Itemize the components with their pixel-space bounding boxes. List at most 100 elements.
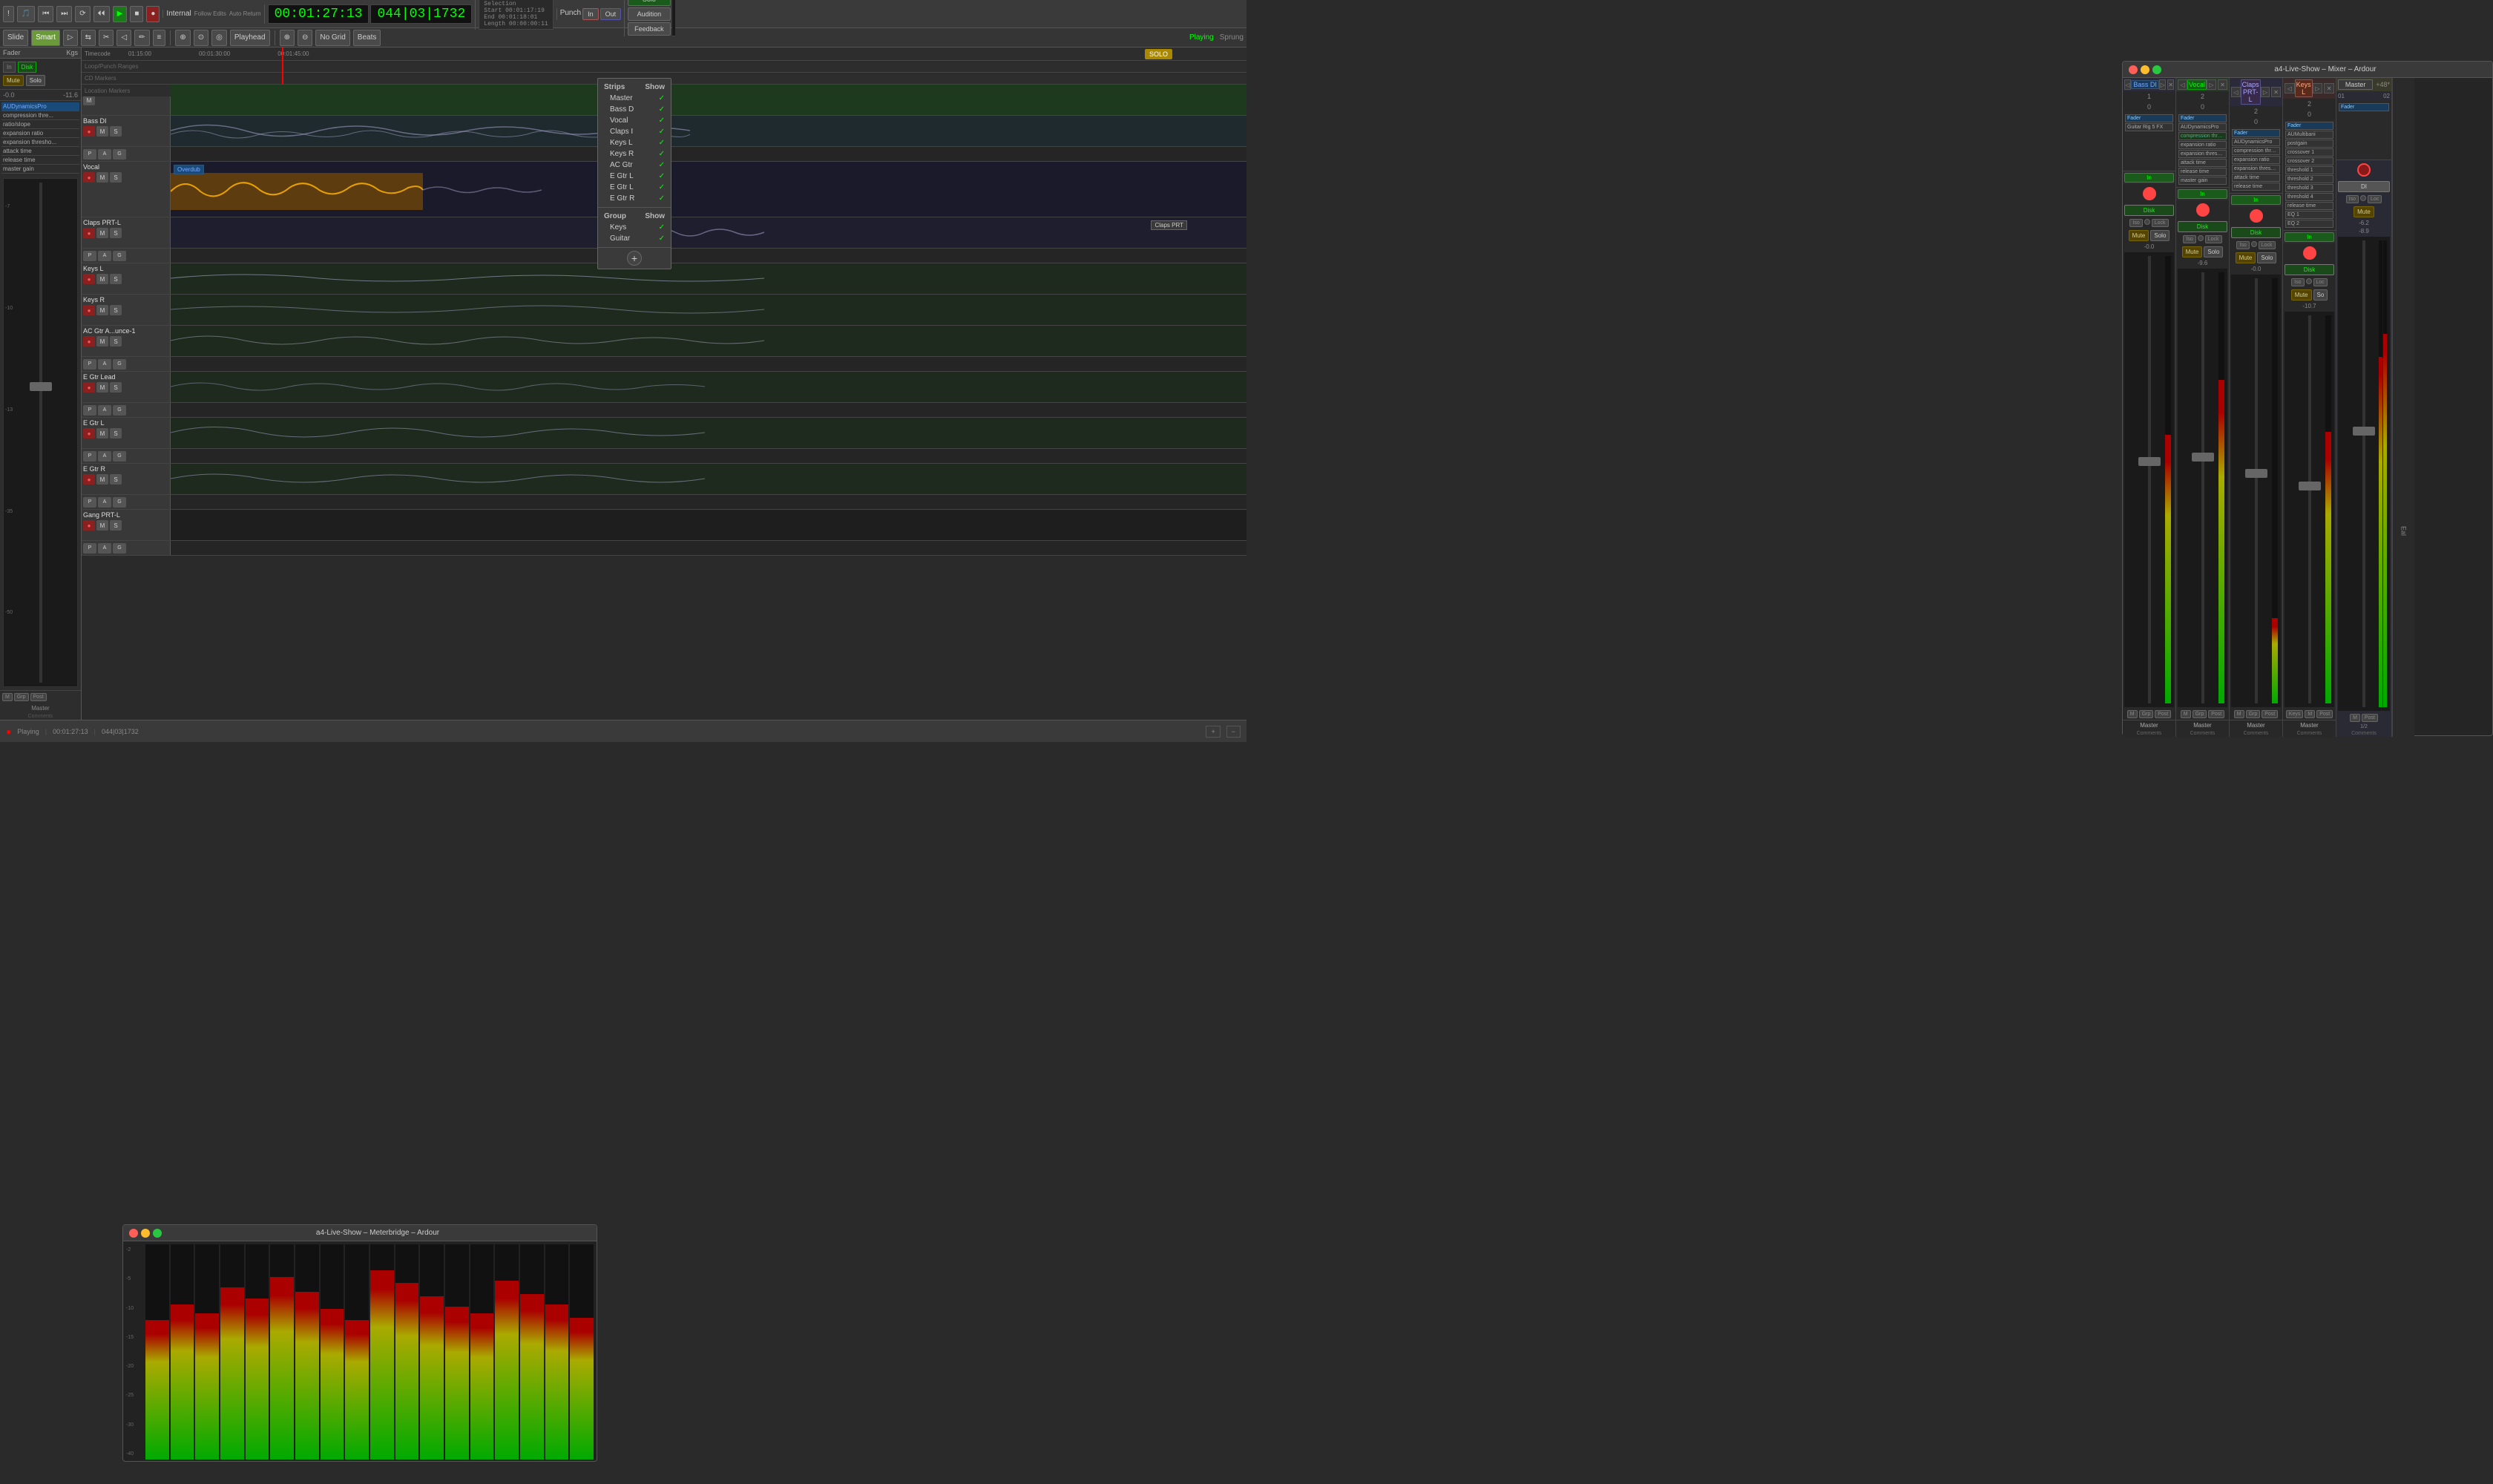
audition-btn[interactable]: Audition (628, 7, 671, 21)
bassdi-iso-btn[interactable]: Iso (2129, 219, 2142, 227)
vocal-iso-btn[interactable]: Iso (2183, 235, 2195, 243)
bassdi-post-btn[interactable]: Post (2155, 710, 2171, 718)
keysl-rec-btn[interactable]: ● (83, 274, 95, 284)
mode2-btn[interactable]: ⇆ (81, 30, 96, 46)
vocal-fader-plugin[interactable]: Fader (2178, 114, 2227, 122)
post-btn-left[interactable]: Post (30, 693, 47, 701)
fast-forward-btn[interactable]: ⏭ (56, 6, 72, 22)
bassdi-close[interactable]: ✕ (2167, 79, 2174, 90)
vocal-lock-btn[interactable]: Lock (2205, 235, 2222, 243)
egtrl-s-btn[interactable]: S (110, 428, 122, 439)
solo-btn-left[interactable]: Solo (26, 75, 45, 86)
bassdi-rec-btn[interactable]: ● (83, 126, 95, 137)
slide-mode-btn[interactable]: Slide (3, 30, 28, 46)
claps-name-input[interactable]: Claps PRT-L (2241, 79, 2261, 105)
claps-grp-btn[interactable]: Grp (2246, 710, 2261, 718)
bassdi-mute-btn[interactable]: Mute (2129, 230, 2149, 241)
keysl-eq2[interactable]: EQ 2 (2285, 220, 2333, 228)
vocal-release[interactable]: release time (2178, 168, 2227, 176)
claps-close[interactable]: ✕ (2271, 87, 2281, 97)
sub-g-btn-claps[interactable]: G (113, 251, 126, 261)
master-M-btn[interactable]: M (83, 95, 95, 105)
add-strip-btn[interactable]: + (627, 251, 642, 266)
plugin-item[interactable]: ratio/slope (1, 120, 79, 129)
mode1-btn[interactable]: ▷ (63, 30, 78, 46)
master-rec-circle[interactable] (2357, 163, 2371, 177)
sub-a-btn-egtrl[interactable]: A (98, 451, 111, 462)
sub-g-btn-egtrr[interactable]: G (113, 497, 126, 508)
zoom-in-btn[interactable]: ⊕ (280, 30, 295, 46)
vocal-grp-btn[interactable]: Grp (2193, 710, 2207, 718)
egtrlead-m-btn[interactable]: M (96, 382, 108, 393)
plugin-item[interactable]: attack time (1, 147, 79, 156)
playhead-btn[interactable]: Playhead (230, 30, 270, 46)
master-mute-btn[interactable]: Mute (2354, 206, 2374, 217)
sub-p-btn-acgtr[interactable]: P (83, 359, 96, 370)
egtrl-m-btn[interactable]: M (96, 428, 108, 439)
keysl-release[interactable]: release time (2285, 202, 2333, 210)
keysl-post-btn[interactable]: Post (2316, 710, 2333, 718)
zoom-out-btn[interactable]: ⊖ (298, 30, 312, 46)
keysl-solo-btn[interactable]: So (2313, 289, 2328, 301)
master-fader-handle[interactable] (2353, 427, 2375, 436)
keysl-iso-btn[interactable]: Iso (2291, 278, 2304, 286)
bassdi-s-btn[interactable]: S (110, 126, 122, 137)
sub-g-btn-gang[interactable]: G (113, 543, 126, 554)
vocal-master-gain[interactable]: master gain (2178, 177, 2227, 185)
dropdown-item-master[interactable]: Master ✓ (598, 93, 671, 104)
claps-lock-btn[interactable]: Lock (2259, 241, 2276, 249)
sub-g-btn[interactable]: G (113, 149, 126, 160)
sub-a-btn-lead[interactable]: A (98, 405, 111, 416)
egtrlead-s-btn[interactable]: S (110, 382, 122, 393)
bassdi-in-btn[interactable]: In (2124, 173, 2174, 183)
dropdown-item-egtrr[interactable]: E Gtr R ✓ (598, 193, 671, 204)
snap-btn[interactable]: ⊕ (175, 30, 190, 46)
bassdi-name-input[interactable]: Bass DI (2131, 80, 2160, 89)
sub-g-btn-lead[interactable]: G (113, 405, 126, 416)
mixer-max-btn[interactable] (2152, 65, 2161, 74)
vocal-exp-ratio[interactable]: expansion ratio (2178, 141, 2227, 149)
claps-dynamics-plugin[interactable]: AUDynamicsPro (2232, 138, 2280, 146)
beats-btn[interactable]: Beats (353, 30, 381, 46)
prev-btn[interactable]: ⏴⏴ (93, 6, 110, 22)
keysr-m-btn[interactable]: M (96, 305, 108, 315)
sub-p-btn-egtrl[interactable]: P (83, 451, 96, 462)
bassdi-disk-btn[interactable]: Disk (2124, 205, 2174, 216)
keysl-threshold1[interactable]: threshold 1 (2285, 166, 2333, 174)
snap2-btn[interactable]: ⊙ (194, 30, 208, 46)
loop-btn[interactable]: ⟳ (75, 6, 90, 22)
keysr-rec-btn[interactable]: ● (83, 305, 95, 315)
bassdi-nav-prev[interactable]: ◁ (2124, 79, 2131, 90)
disk-label[interactable]: Disk (18, 62, 37, 73)
plugin-item[interactable]: release time (1, 156, 79, 165)
keysl-rec-circle[interactable] (2303, 246, 2316, 260)
dropdown-item-keys-group[interactable]: Keys ✓ (598, 222, 671, 233)
keysl-mute-btn[interactable]: Mute (2291, 289, 2312, 301)
claps-threshold[interactable]: compression thre... (2232, 147, 2280, 155)
keysl-threshold4[interactable]: threshold 4 (2285, 193, 2333, 201)
keysl-name-input[interactable]: Keys L (2295, 79, 2313, 97)
claps-in-btn[interactable]: In (2231, 195, 2281, 205)
dropdown-item-egtrl[interactable]: E Gtr L ✓ (598, 171, 671, 182)
keysl-lock-btn[interactable]: Loc (2313, 278, 2328, 286)
master-m-btn[interactable]: M (2350, 714, 2360, 722)
plugin-item[interactable]: master gain (1, 165, 79, 174)
claps-rec-circle[interactable] (2250, 209, 2263, 223)
vocal-disk-btn[interactable]: Disk (2178, 221, 2227, 232)
sub-a-btn-acgtr[interactable]: A (98, 359, 111, 370)
keysl-crossover1[interactable]: crossover 1 (2285, 148, 2333, 157)
play-btn[interactable]: ▶ (113, 6, 128, 22)
no-grid-btn[interactable]: No Grid (315, 30, 349, 46)
bassdi-lock-btn[interactable]: Lock (2152, 219, 2169, 227)
metronome-btn[interactable]: 🎵 (17, 6, 35, 22)
bassdi-rec-circle[interactable] (2143, 187, 2156, 200)
gang-m-btn[interactable]: M (96, 520, 108, 531)
smart-mode-btn[interactable]: Smart (31, 30, 60, 46)
master-lock-btn[interactable]: Loc (2368, 195, 2382, 203)
keysl-disk-btn[interactable]: Disk (2285, 264, 2334, 275)
sub-g-btn-egtrl[interactable]: G (113, 451, 126, 462)
claps-mute-btn[interactable]: Mute (2236, 252, 2256, 263)
keysl-m-btn[interactable]: M (96, 274, 108, 284)
acgtr-s-btn[interactable]: S (110, 336, 122, 347)
bassdi-m-btn-bottom[interactable]: M (2127, 710, 2138, 718)
